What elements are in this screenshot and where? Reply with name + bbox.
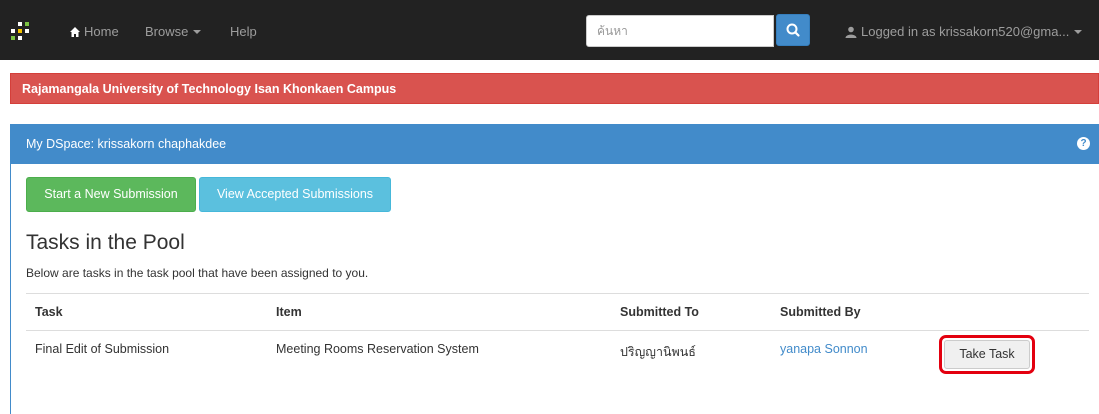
banner-text: Rajamangala University of Technology Isa… <box>22 82 397 96</box>
nav-browse-dropdown[interactable]: Browse <box>145 24 202 40</box>
navbar: Home Browse Help Logged in as krissakorn… <box>0 0 1099 60</box>
panel-header: My DSpace: krissakorn chaphakdee ? <box>11 124 1099 164</box>
nav-help-label: Help <box>230 24 257 39</box>
user-icon <box>845 26 857 41</box>
caret-down-icon <box>193 30 202 34</box>
nav-browse-label: Browse <box>145 24 189 39</box>
start-new-submission-button[interactable]: Start a New Submission <box>26 177 196 212</box>
submitter-link[interactable]: yanapa Sonnon <box>780 342 868 356</box>
pool-description: Below are tasks in the task pool that ha… <box>26 266 369 280</box>
mydspace-panel: My DSpace: krissakorn chaphakdee ? Start… <box>10 124 1099 414</box>
nav-home[interactable]: Home <box>69 24 119 42</box>
pool-title: Tasks in the Pool <box>26 231 185 254</box>
user-menu-dropdown[interactable]: Logged in as krissakorn520@gma... <box>845 24 1083 41</box>
table-top-border <box>26 293 1089 294</box>
take-task-highlight: Take Task <box>939 335 1035 374</box>
search-icon <box>786 23 800 37</box>
column-header-submitted-by: Submitted By <box>780 305 861 319</box>
cell-task: Final Edit of Submission <box>35 342 170 356</box>
nav-home-label: Home <box>84 24 119 39</box>
nav-help[interactable]: Help <box>230 24 257 40</box>
help-icon[interactable]: ? <box>1077 137 1090 150</box>
panel-title: My DSpace: krissakorn chaphakdee <box>26 137 227 151</box>
column-header-item: Item <box>276 305 302 319</box>
cell-submitted-to: ปริญญานิพนธ์ <box>620 345 696 359</box>
take-task-button[interactable]: Take Task <box>944 340 1030 369</box>
column-header-task: Task <box>35 305 63 319</box>
university-banner: Rajamangala University of Technology Isa… <box>10 73 1099 104</box>
dspace-logo-icon[interactable] <box>11 22 29 40</box>
table-header-border <box>26 330 1089 331</box>
view-accepted-submissions-label: View Accepted Submissions <box>216 187 374 201</box>
login-label: Logged in as krissakorn520@gma... <box>861 24 1070 39</box>
view-accepted-submissions-button[interactable]: View Accepted Submissions <box>199 177 391 212</box>
cell-item: Meeting Rooms Reservation System <box>276 342 479 356</box>
start-new-submission-label: Start a New Submission <box>44 187 178 201</box>
search-button[interactable] <box>776 14 810 46</box>
column-header-submitted-to: Submitted To <box>620 305 699 319</box>
caret-down-icon <box>1074 30 1083 34</box>
search-input[interactable] <box>586 15 774 47</box>
home-icon <box>69 26 81 42</box>
